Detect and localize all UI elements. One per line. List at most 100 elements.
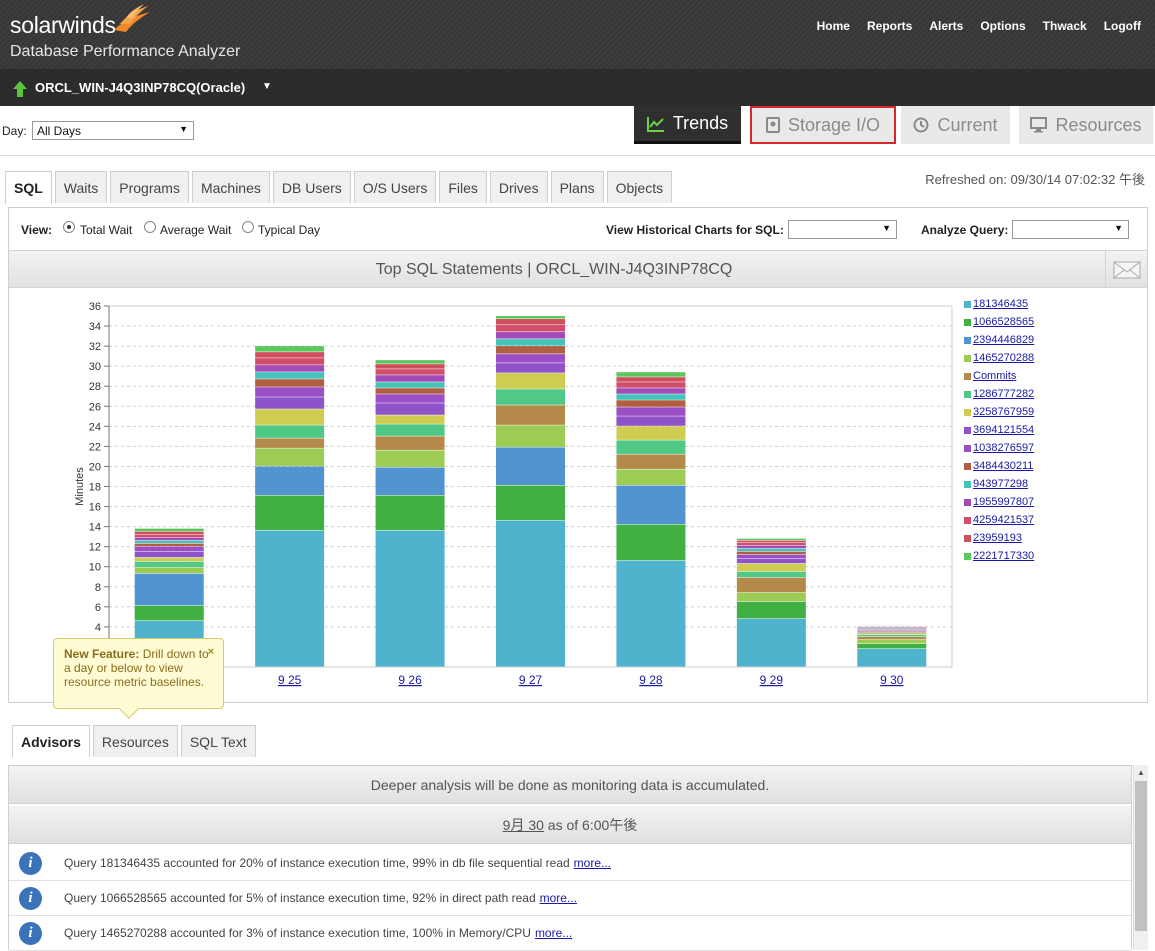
bar-segment (737, 555, 806, 559)
bar-segment (616, 561, 685, 667)
y-tick-label: 16 (89, 502, 101, 514)
email-chart-button[interactable] (1105, 251, 1147, 288)
tab-advisors[interactable]: Advisors (12, 725, 90, 757)
legend-label[interactable]: 23959193 (973, 532, 1022, 544)
y-tick-label: 32 (89, 341, 101, 353)
radio-average-wait[interactable] (144, 221, 156, 233)
bar-segment (616, 485, 685, 524)
analyze-query-select[interactable]: ▼ (1012, 220, 1129, 239)
scroll-up-arrow-icon[interactable]: ▲ (1137, 768, 1145, 777)
tab-os-users[interactable]: O/S Users (354, 171, 437, 203)
bar-segment (496, 425, 565, 447)
bar-segment (376, 388, 445, 394)
chevron-down-icon[interactable]: ▼ (262, 81, 272, 92)
day-select[interactable]: All Days ▼ (32, 121, 194, 140)
tab-waits[interactable]: Waits (55, 171, 107, 203)
legend-label[interactable]: 1955997807 (973, 496, 1034, 508)
close-icon[interactable]: × (208, 645, 214, 659)
legend-swatch (964, 427, 971, 434)
tab-machines[interactable]: Machines (192, 171, 270, 203)
mode-storage-io-button[interactable]: Storage I/O (750, 106, 896, 144)
tab-objects[interactable]: Objects (607, 171, 672, 203)
advisor-date-header: 9月 30 as of 6:00午後 (9, 806, 1131, 844)
legend-label[interactable]: 181346435 (973, 298, 1028, 310)
y-tick-label: 6 (95, 602, 101, 614)
advisor-scrollbar[interactable]: ▲ (1133, 765, 1148, 950)
x-tick-label[interactable]: 9 29 (760, 673, 784, 687)
x-tick-label[interactable]: 9 28 (639, 673, 663, 687)
tab-programs[interactable]: Programs (110, 171, 189, 203)
advisor-message: Query 181346435 accounted for 20% of ins… (64, 856, 570, 870)
tab-sql[interactable]: SQL (5, 171, 52, 204)
tab-resources[interactable]: Resources (93, 725, 178, 757)
scroll-thumb[interactable] (1135, 781, 1147, 931)
bar-segment (737, 559, 806, 564)
radio-average-wait-label[interactable]: Average Wait (160, 223, 231, 237)
bar-segment (857, 631, 926, 632)
bar-segment (737, 619, 806, 667)
tab-sql-text[interactable]: SQL Text (181, 725, 256, 757)
nav-logoff[interactable]: Logoff (1104, 19, 1141, 33)
tab-plans[interactable]: Plans (551, 171, 604, 203)
advisor-more-link[interactable]: more... (535, 926, 572, 940)
mode-current-button[interactable]: Current (901, 106, 1010, 144)
bar-segment (135, 538, 204, 541)
legend-label[interactable]: 1465270288 (973, 352, 1034, 364)
advisor-row: i Query 1465270288 accounted for 3% of i… (9, 916, 1131, 951)
instance-selector[interactable]: ORCL_WIN-J4Q3INP78CQ(Oracle) (35, 80, 245, 95)
nav-home[interactable]: Home (817, 19, 850, 33)
x-tick-label[interactable]: 9 26 (398, 673, 422, 687)
advisor-message: Query 1066528565 accounted for 5% of ins… (64, 891, 536, 905)
radio-typical-day-label[interactable]: Typical Day (258, 223, 320, 237)
legend-swatch (964, 409, 971, 416)
legend-label[interactable]: 2221717330 (973, 550, 1034, 562)
radio-typical-day[interactable] (242, 221, 254, 233)
mode-resources-button[interactable]: Resources (1019, 106, 1153, 144)
legend-label[interactable]: 943977298 (973, 478, 1028, 490)
x-tick-label[interactable]: 9 27 (519, 673, 543, 687)
bar-segment (135, 606, 204, 621)
legend-swatch (964, 499, 971, 506)
status-up-arrow-icon (12, 81, 28, 97)
historical-sql-select[interactable]: ▼ (788, 220, 897, 239)
bar-segment (376, 415, 445, 424)
tab-files[interactable]: Files (439, 171, 487, 203)
bar-segment (135, 535, 204, 538)
legend-label[interactable]: 3258767959 (973, 406, 1034, 418)
legend-swatch (964, 481, 971, 488)
bar-segment (255, 397, 324, 409)
mode-trends-button[interactable]: Trends (634, 106, 741, 144)
instance-bar: ORCL_WIN-J4Q3INP78CQ(Oracle) ▼ (0, 69, 1155, 106)
legend-label[interactable]: 3694121554 (973, 424, 1034, 436)
bar-segment (616, 407, 685, 416)
legend-label[interactable]: Commits (973, 370, 1016, 382)
nav-options[interactable]: Options (980, 19, 1025, 33)
logo-text: solarwinds (10, 12, 116, 39)
advisor-more-link[interactable]: more... (574, 856, 611, 870)
bar-segment (376, 531, 445, 667)
tab-db-users[interactable]: DB Users (273, 171, 351, 203)
view-bar: View: Total Wait Average Wait Typical Da… (9, 208, 1147, 250)
detail-tabs: Advisors Resources SQL Text (12, 725, 259, 757)
nav-thwack[interactable]: Thwack (1043, 19, 1087, 33)
radio-total-wait-label[interactable]: Total Wait (80, 223, 132, 237)
nav-alerts[interactable]: Alerts (929, 19, 963, 33)
tab-drives[interactable]: Drives (490, 171, 548, 203)
legend-label[interactable]: 1286777282 (973, 388, 1034, 400)
legend-label[interactable]: 1038276597 (973, 442, 1034, 454)
legend-swatch (964, 391, 971, 398)
x-tick-label[interactable]: 9 25 (278, 673, 302, 687)
x-tick-label[interactable]: 9 30 (880, 673, 904, 687)
mode-resources-label: Resources (1055, 115, 1141, 136)
bar-segment (255, 409, 324, 425)
legend-label[interactable]: 2394446829 (973, 334, 1034, 346)
legend-label[interactable]: 1066528565 (973, 316, 1034, 328)
bar-segment (857, 637, 926, 640)
nav-reports[interactable]: Reports (867, 19, 912, 33)
advisor-date-link[interactable]: 9月 30 (503, 817, 544, 833)
legend-label[interactable]: 3484430211 (973, 460, 1033, 472)
advisor-more-link[interactable]: more... (540, 891, 577, 905)
bar-segment (376, 403, 445, 415)
radio-total-wait[interactable] (63, 221, 75, 233)
legend-label[interactable]: 4259421537 (973, 514, 1034, 526)
